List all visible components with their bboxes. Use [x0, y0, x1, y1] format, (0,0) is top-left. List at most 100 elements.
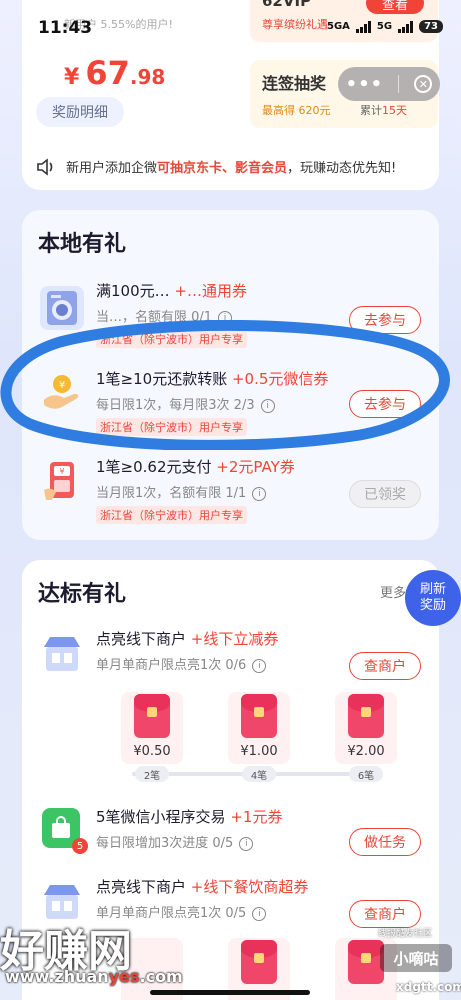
battery-icon: 73	[419, 20, 443, 33]
notice-highlight: 可抽京东卡、影音会员	[157, 161, 288, 176]
red-packet-2: ¥1.00	[233, 694, 285, 764]
task-reward: +0.5元微信券	[231, 370, 329, 388]
join-button[interactable]: 去参与	[349, 390, 421, 418]
step-label: 2笔	[135, 766, 169, 782]
watermark-right-top: 线报酷友社区	[378, 929, 433, 939]
payment-terminal-icon: ¥	[40, 460, 84, 504]
task-meta-text: 当月限1次，名额有限 1/1	[96, 486, 247, 501]
svg-text:¥: ¥	[59, 467, 64, 476]
join-button[interactable]: 去参与	[349, 306, 421, 334]
refresh-label-line1: 刷新	[419, 582, 446, 597]
task-reward: +1元券	[230, 808, 283, 826]
signal-icon	[355, 20, 371, 33]
storefront-icon	[40, 632, 84, 676]
more-link[interactable]: 更多	[380, 582, 406, 601]
task-meta-text: 每日限增加3次进度 0/5	[96, 836, 234, 851]
currency-symbol: ¥	[64, 65, 80, 90]
local-task-2-title: 1笔≥10元还款转账 +0.5元微信券	[96, 368, 328, 389]
checkin-days: 累计15天	[360, 102, 407, 118]
notice-prefix: 新用户添加企微	[66, 161, 158, 176]
local-rewards-section: 本地有礼 满100元… +…通用券 当…，名额有限 0/1 i 浙江省（除宁波市）…	[22, 210, 439, 540]
info-icon[interactable]: i	[218, 310, 233, 325]
do-task-button[interactable]: 做任务	[349, 828, 421, 856]
amount-integer: 67	[85, 54, 130, 92]
signal-icon-2	[398, 20, 414, 33]
task-meta-text: 当…，名额有限 0/1	[96, 310, 213, 325]
status-time: 11:43	[38, 18, 93, 38]
info-icon[interactable]: i	[252, 658, 267, 673]
speaker-icon	[37, 157, 53, 176]
count-badge: 5	[72, 838, 88, 854]
red-packet-icon	[241, 940, 277, 984]
target-task-2-meta: 每日限增加3次进度 0/5 i	[96, 832, 254, 851]
local-task-1-title: 满100元… +…通用券	[96, 280, 247, 301]
view-merchant-button[interactable]: 查商户	[349, 652, 421, 680]
mini-program-capsule[interactable]: ••• ✕	[338, 67, 440, 101]
more-icon[interactable]: •••	[346, 74, 384, 95]
red-packet-value: ¥1.00	[240, 744, 278, 759]
network-5ga-label: 5GA	[327, 21, 350, 32]
local-task-3-title: 1笔≥0.62元支付 +2元PAY券	[96, 456, 295, 477]
red-packet-1: ¥0.50	[126, 694, 178, 764]
region-tag: 浙江省（除宁波市）用户专享	[96, 506, 247, 524]
local-task-1-meta: 当…，名额有限 0/1 i	[96, 306, 233, 325]
view-merchant-button[interactable]: 查商户	[349, 900, 421, 928]
status-icons: 5GA 5G 73	[327, 20, 443, 33]
checkin-days-prefix: 累计	[360, 104, 382, 117]
hand-coin-icon: ¥	[40, 370, 84, 414]
red-packet-icon	[134, 694, 170, 738]
watermark-right-bottom: xdgtt.com	[396, 980, 461, 994]
claimed-button: 已领奖	[349, 480, 421, 508]
notice-text: 新用户添加企微可抽京东卡、影音会员，玩赚动态优先知!	[66, 157, 396, 176]
info-icon[interactable]: i	[252, 486, 267, 501]
watermark-url-mid: yes	[108, 967, 140, 986]
task-title-text: 1笔≥10元还款转账	[96, 370, 228, 388]
target-task-3-title: 点亮线下商户 +线下餐饮商超券	[96, 876, 308, 897]
network-5g-label: 5G	[376, 21, 393, 32]
task-meta-text: 每日限1次，每月限3次 2/3	[96, 398, 255, 413]
watermark-right: 小嘀咕	[380, 944, 452, 972]
task-reward: +线下立减券	[190, 630, 279, 648]
checkin-title: 连签抽奖	[262, 74, 327, 93]
reward-detail-button[interactable]: 奖励明细	[36, 97, 124, 127]
task-reward: +…通用券	[174, 282, 247, 300]
red-packet-value: ¥2.00	[347, 744, 385, 759]
target-task-2-title: 5笔微信小程序交易 +1元券	[96, 806, 282, 827]
watermark-url-suffix: .com	[139, 967, 183, 986]
notice-bar[interactable]: 新用户添加企微可抽京东卡、影音会员，玩赚动态优先知!	[36, 157, 396, 176]
red-packet-icon	[348, 940, 384, 984]
earnings-amount: ¥67.98	[64, 54, 165, 92]
svg-text:¥: ¥	[59, 380, 65, 391]
watermark-url-prefix: www.zhuan	[5, 967, 109, 986]
refresh-label-line2: 奖励	[419, 598, 446, 613]
amount-decimal: .98	[129, 65, 166, 89]
info-icon[interactable]: i	[252, 906, 267, 921]
watermark-url: www.zhuanyes.com	[5, 967, 183, 986]
home-indicator[interactable]	[150, 990, 310, 995]
task-title-text: 满100元…	[96, 282, 170, 300]
task-reward: +2元PAY券	[216, 458, 295, 476]
capsule-divider	[398, 75, 400, 93]
close-icon[interactable]: ✕	[414, 75, 433, 93]
target-task-1-title: 点亮线下商户 +线下立减券	[96, 628, 278, 649]
refresh-label: 刷新 奖励	[420, 582, 446, 614]
status-bar: 11:43 5GA 5G 73	[0, 0, 461, 42]
local-task-3-meta: 当月限1次，名额有限 1/1 i	[96, 482, 267, 501]
local-task-2-meta: 每日限1次，每月限3次 2/3 i	[96, 394, 275, 413]
region-tag: 浙江省（除宁波市）用户专享	[96, 418, 247, 436]
region-tag: 浙江省（除宁波市）用户专享	[96, 330, 247, 348]
info-icon[interactable]: i	[239, 836, 254, 851]
task-title-text: 1笔≥0.62元支付	[96, 458, 212, 476]
refresh-rewards-button[interactable]: 刷新 奖励	[405, 570, 461, 626]
info-icon[interactable]: i	[260, 398, 275, 413]
task-reward: +线下餐饮商超券	[190, 878, 309, 896]
checkin-max: 最高得 620元	[262, 104, 331, 117]
checkin-days-value: 15天	[382, 104, 407, 117]
step-label: 6笔	[349, 766, 383, 782]
task-title-text: 点亮线下商户	[96, 878, 187, 896]
step-label: 4笔	[242, 766, 276, 782]
target-task-1-meta: 单月单商户限点亮1次 0/6 i	[96, 654, 267, 673]
task-title-text: 点亮线下商户	[96, 630, 187, 648]
target-section-title: 达标有礼	[38, 582, 127, 607]
red-packet-value: ¥0.50	[133, 744, 171, 759]
